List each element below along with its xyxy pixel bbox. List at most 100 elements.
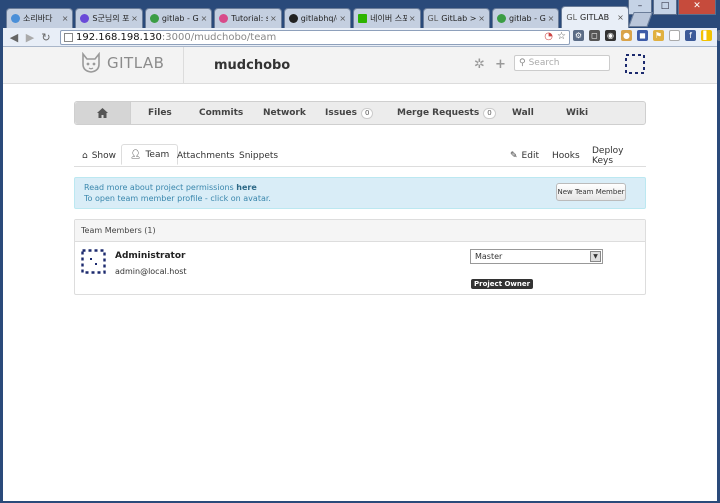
edit-icon: ✎ <box>510 151 518 161</box>
tab-team-label: Team <box>145 149 170 160</box>
permissions-hint: Read more about project permissions here <box>84 183 257 192</box>
browser-tab[interactable]: S군님의 포0× <box>75 8 143 28</box>
reload-icon[interactable]: ↻ <box>38 31 54 44</box>
nav-files[interactable]: Files <box>148 108 172 118</box>
nav-wiki[interactable]: Wiki <box>566 108 588 118</box>
tab-strip: 소리바다× S군님의 포0× gitlab - Goo× Tutorial: s… <box>6 6 653 28</box>
project-title[interactable]: mudchobo <box>214 58 290 73</box>
nav-commits[interactable]: Commits <box>199 108 243 118</box>
extension-icon[interactable]: ◻ <box>589 30 600 41</box>
extension-icon[interactable] <box>669 30 680 41</box>
browser-tab[interactable]: Tutorial: sett× <box>214 8 282 28</box>
tab-favicon-icon <box>80 14 90 23</box>
member-name[interactable]: Administrator <box>115 251 185 261</box>
tab-edit-label: Edit <box>521 151 539 161</box>
maximize-button[interactable]: □ <box>653 0 677 15</box>
browser-tab[interactable]: gitlabhq/doc× <box>283 8 352 28</box>
project-main-nav: Files Commits Network Issues 0 Merge Requ… <box>74 101 646 125</box>
tab-edit[interactable]: ✎ Edit <box>510 147 539 165</box>
project-owner-badge: Project Owner <box>471 279 534 289</box>
tab-show-label: Show <box>91 151 117 161</box>
new-tab-button[interactable] <box>628 12 653 27</box>
extension-bar: ⚙ ◻ ◉ ● ◼ ⚑ f ▌ ✎ <box>573 30 720 41</box>
close-window-button[interactable]: ✕ <box>678 0 716 15</box>
member-avatar[interactable] <box>81 249 106 274</box>
close-tab-icon[interactable]: × <box>270 14 277 23</box>
nav-network[interactable]: Network <box>263 108 306 118</box>
tab-favicon-icon <box>288 14 298 23</box>
close-tab-icon[interactable]: × <box>131 14 138 23</box>
tab-show[interactable]: ⌂ Show <box>82 147 116 165</box>
user-icon: 👤︎ <box>130 149 142 160</box>
tab-favicon-icon <box>496 14 506 23</box>
close-tab-icon[interactable]: × <box>201 14 208 23</box>
nav-wall[interactable]: Wall <box>512 108 534 118</box>
close-tab-icon[interactable]: × <box>548 14 555 23</box>
page-icon <box>64 33 73 42</box>
tab-team[interactable]: 👤︎ Team <box>121 144 179 165</box>
tab-deploy-keys[interactable]: Deploy Keys <box>592 146 646 166</box>
extension-icon[interactable]: ▌ <box>701 30 712 41</box>
search-icon: ⚲ <box>519 58 526 68</box>
home-icon <box>97 108 108 118</box>
close-tab-icon[interactable]: × <box>478 14 485 23</box>
flag-icon[interactable]: ⚑ <box>653 30 664 41</box>
plus-icon[interactable]: + <box>494 58 507 71</box>
nav-merge-requests-label: Merge Requests <box>397 108 480 118</box>
nav-home[interactable] <box>75 102 131 124</box>
header-divider <box>183 47 184 83</box>
url-host: 192.168.198.130 <box>76 32 162 43</box>
project-sub-tabs: ⌂ Show 👤︎ Team Attachments Snippets ✎ Edit … <box>74 144 646 167</box>
cookie-icon[interactable]: ● <box>621 30 632 41</box>
web-page: GITLAB mudchobo ✲ + ⚲ Search Files Commi… <box>3 47 717 501</box>
close-tab-icon[interactable]: × <box>617 13 624 22</box>
extension-icon[interactable]: ◼ <box>637 30 648 41</box>
team-members-heading: Team Members (1) <box>75 220 645 242</box>
issues-count-badge: 0 <box>360 107 374 119</box>
close-tab-icon[interactable]: × <box>409 14 416 23</box>
merge-requests-count-badge: 0 <box>483 107 496 119</box>
address-bar[interactable]: 192.168.198.130:3000/mudchobo/team ◔ ☆ <box>60 30 570 45</box>
back-arrow-icon[interactable]: ◀ <box>6 31 22 44</box>
tab-favicon-icon <box>219 14 229 23</box>
browser-tab[interactable]: 네이버 스포 × <box>353 8 421 28</box>
browser-tab[interactable]: 소리바다 × <box>6 8 74 28</box>
sync-icon[interactable]: ◔ <box>544 31 553 42</box>
facebook-icon[interactable]: f <box>685 30 696 41</box>
tab-favicon-icon <box>11 14 20 23</box>
avatar-hint: To open team member profile - click on a… <box>84 194 271 203</box>
gear-icon[interactable]: ✲ <box>473 58 486 71</box>
search-input[interactable]: ⚲ Search <box>514 55 610 71</box>
member-email: admin@local.host <box>115 267 187 276</box>
extension-icon[interactable]: ◉ <box>605 30 616 41</box>
tab-hooks[interactable]: Hooks <box>552 147 580 165</box>
search-placeholder: Search <box>528 58 560 68</box>
tab-snippets[interactable]: Snippets <box>239 147 278 165</box>
nav-merge-requests[interactable]: Merge Requests 0 <box>397 107 496 119</box>
browser-tab-active[interactable]: GL GITLAB × <box>561 6 629 28</box>
home-icon: ⌂ <box>82 151 88 161</box>
permissions-link[interactable]: here <box>236 183 257 192</box>
browser-tab[interactable]: GLGitLab > mu× <box>422 8 490 28</box>
close-tab-icon[interactable]: × <box>339 14 346 23</box>
tab-favicon-icon <box>358 14 368 23</box>
forward-arrow-icon[interactable]: ▶ <box>22 31 38 44</box>
browser-tab[interactable]: gitlab - Goo× <box>144 8 213 28</box>
tab-attachments[interactable]: Attachments <box>177 147 234 165</box>
gitlab-header: GITLAB mudchobo ✲ + ⚲ Search <box>3 47 717 84</box>
chevron-down-icon: ▼ <box>590 251 601 262</box>
tab-prefix: GL <box>427 14 439 23</box>
member-role-select[interactable]: Master ▼ <box>470 249 603 264</box>
nav-issues-label: Issues <box>325 108 357 118</box>
close-tab-icon[interactable]: × <box>62 14 69 23</box>
browser-tab[interactable]: gitlab - Goo× <box>491 8 560 28</box>
gitlab-logo[interactable]: GITLAB <box>80 52 164 74</box>
user-avatar[interactable] <box>625 54 645 74</box>
extension-icon[interactable]: ⚙ <box>573 30 584 41</box>
bookmark-star-icon[interactable]: ☆ <box>557 31 566 42</box>
new-team-member-button[interactable]: New Team Member <box>556 183 626 201</box>
url-path: :3000/mudchobo/team <box>161 32 277 43</box>
tab-favicon-icon <box>149 14 159 23</box>
nav-issues[interactable]: Issues 0 <box>325 107 374 119</box>
info-alert: Read more about project permissions here… <box>74 177 646 209</box>
